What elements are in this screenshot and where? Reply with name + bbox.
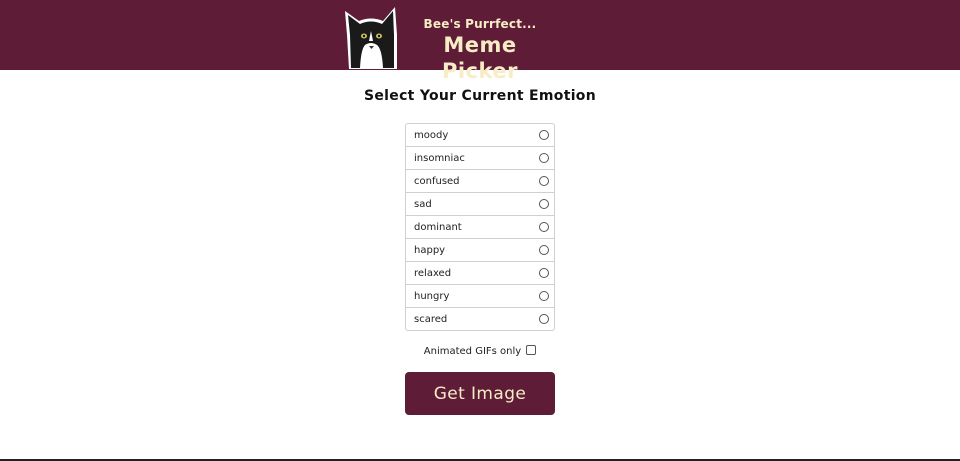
radio-button[interactable] (539, 176, 549, 186)
radio-button[interactable] (539, 130, 549, 140)
cat-logo-icon (345, 7, 397, 69)
emotion-label: dominant (414, 221, 462, 233)
emotion-label: insomniac (414, 152, 465, 164)
emotion-label: moody (414, 129, 449, 141)
emotion-option-dominant[interactable]: dominant (406, 216, 554, 239)
gif-only-checkbox[interactable] (526, 345, 537, 355)
emotion-option-happy[interactable]: happy (406, 239, 554, 262)
app-header: Bee's Purrfect... Meme Picker (0, 0, 960, 83)
emotion-label: relaxed (414, 267, 452, 279)
radio-button[interactable] (539, 245, 549, 255)
emotion-label: sad (414, 198, 432, 210)
emotion-option-hungry[interactable]: hungry (406, 285, 554, 308)
radio-button[interactable] (539, 222, 549, 232)
emotion-option-confused[interactable]: confused (406, 170, 554, 193)
emotion-option-relaxed[interactable]: relaxed (406, 262, 554, 285)
emotion-option-moody[interactable]: moody (406, 124, 554, 147)
app-title: Meme Picker (441, 33, 519, 83)
emotion-heading: Select Your Current Emotion (364, 88, 596, 104)
emotion-radio-list: moody insomniac confused sad dominant ha… (405, 123, 555, 331)
emotion-option-scared[interactable]: scared (406, 308, 554, 330)
radio-button[interactable] (539, 314, 549, 324)
gif-option: Animated GIFs only (0, 345, 960, 357)
emotion-option-insomniac[interactable]: insomniac (406, 147, 554, 170)
emotion-option-sad[interactable]: sad (406, 193, 554, 216)
emotion-label: confused (414, 175, 460, 187)
radio-button[interactable] (539, 268, 549, 278)
emotion-label: hungry (414, 290, 450, 302)
gif-only-label: Animated GIFs only (423, 346, 522, 357)
get-image-button[interactable]: Get Image (405, 372, 555, 415)
radio-button[interactable] (539, 153, 549, 163)
app-subtitle: Bee's Purrfect... (423, 17, 537, 31)
emotion-label: scared (414, 313, 448, 325)
radio-button[interactable] (539, 199, 549, 209)
radio-button[interactable] (539, 291, 549, 301)
emotion-label: happy (414, 244, 446, 256)
app-title-block: Bee's Purrfect... Meme Picker (410, 16, 550, 84)
